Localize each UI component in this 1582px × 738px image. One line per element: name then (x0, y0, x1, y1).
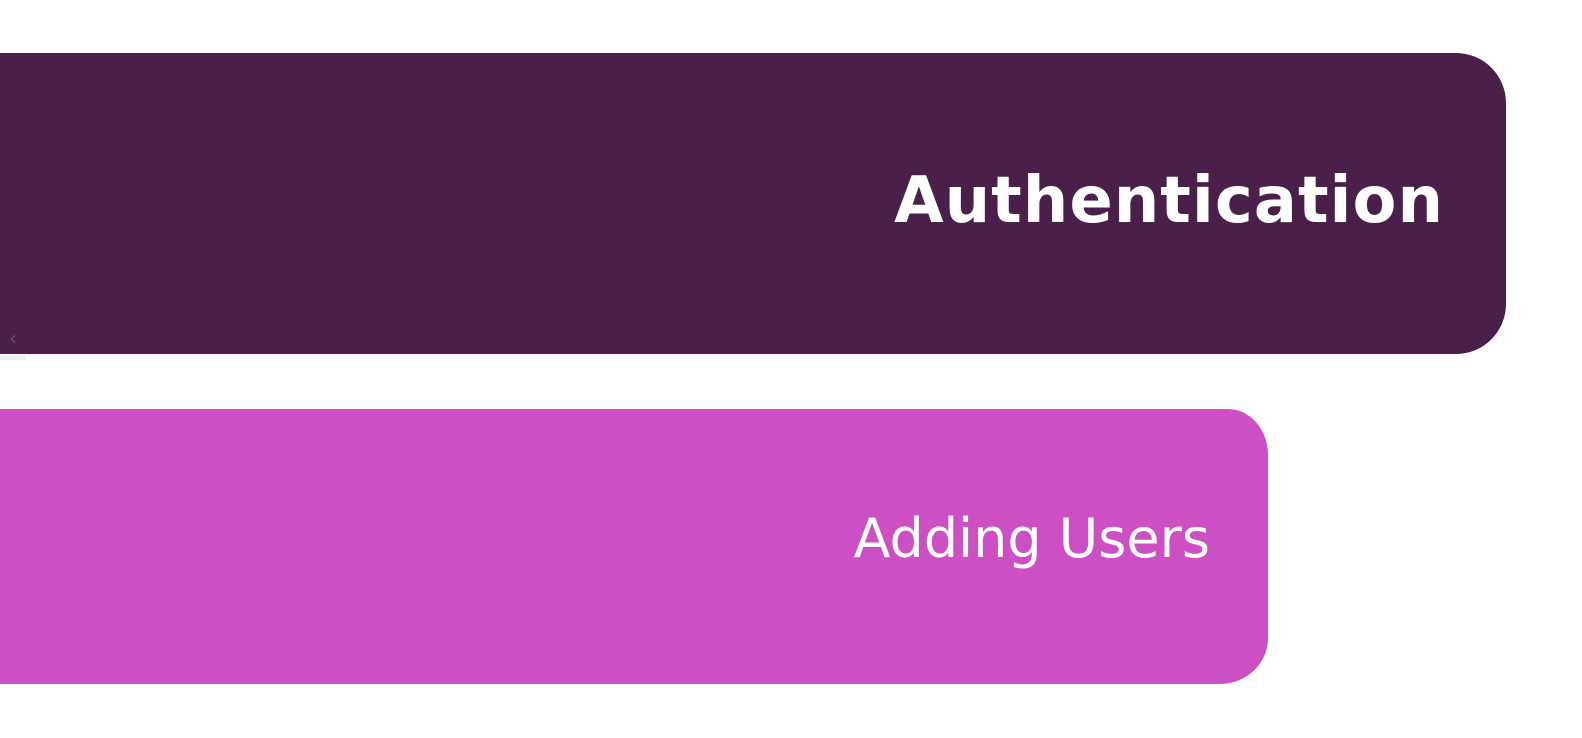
authentication-banner: Authentication (0, 53, 1506, 354)
section-title: Authentication (894, 163, 1444, 238)
section-subtitle: Adding Users (853, 507, 1210, 570)
adding-users-banner[interactable]: Adding Users (0, 409, 1268, 684)
chevron-left-icon[interactable]: ‹ (0, 320, 26, 356)
scroll-indicator (0, 356, 26, 360)
